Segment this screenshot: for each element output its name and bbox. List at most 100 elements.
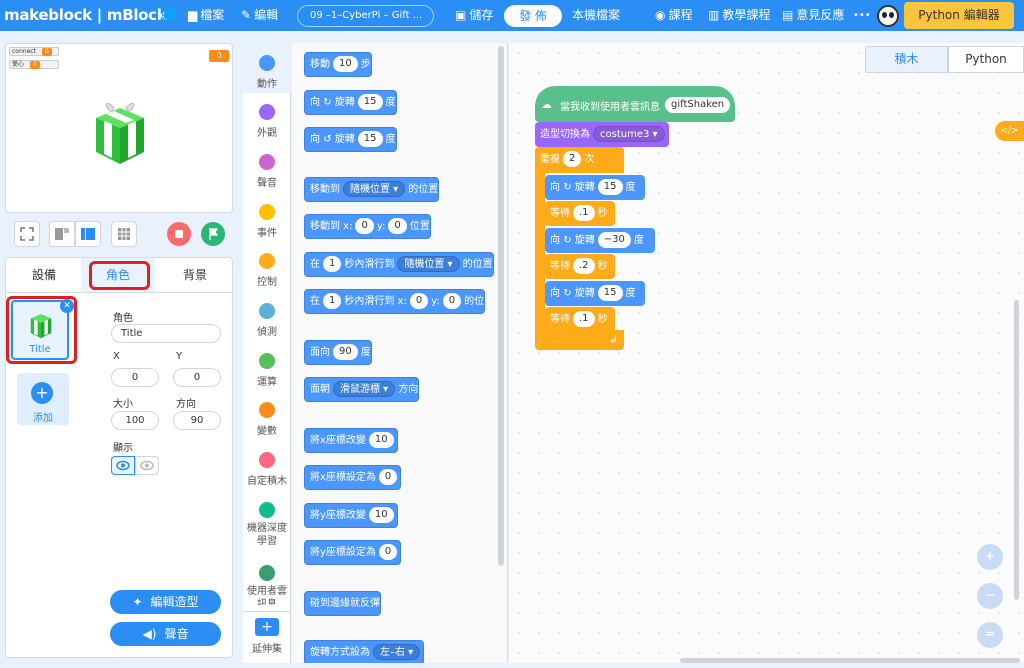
- python-editor-button[interactable]: Python 編輯器: [904, 2, 1014, 29]
- category-dot: [259, 502, 275, 518]
- block-point-towards[interactable]: 面朝 滑鼠游標 ▾ 方向: [304, 377, 420, 402]
- block-point-direction[interactable]: 面向 90 度: [304, 340, 372, 365]
- block-change-y[interactable]: 將y座標改變 10: [304, 503, 398, 528]
- edit-costume-label: 編輯造型: [150, 595, 199, 609]
- category-my-blocks[interactable]: 自定積木: [243, 452, 291, 487]
- feedback-link[interactable]: ▤ 意見反應: [782, 0, 844, 31]
- direction-field[interactable]: 90: [173, 411, 221, 430]
- speaker-icon: ◀): [142, 627, 157, 641]
- local-file-button[interactable]: 本機檔案: [572, 0, 620, 31]
- fullscreen-button[interactable]: [14, 221, 40, 247]
- block-move-steps[interactable]: 移動 10 步: [304, 52, 372, 77]
- block-wait[interactable]: 等待 .1 秒: [545, 201, 615, 226]
- stop-icon: [175, 230, 183, 238]
- loop-arrow-icon: ↲: [608, 333, 618, 346]
- category-looks[interactable]: 外觀: [243, 104, 291, 139]
- edit-menu[interactable]: ✎ 編輯: [241, 0, 278, 31]
- courses-link[interactable]: ◉ 課程: [655, 0, 693, 31]
- y-field[interactable]: 0: [173, 368, 221, 387]
- plus-icon[interactable]: +: [31, 382, 53, 404]
- block-glide-xy[interactable]: 在 1 秒內滑行到 x: 0 y: 0 的位: [304, 289, 486, 314]
- extension-icon: +: [255, 618, 279, 636]
- sound-button[interactable]: ◀) 聲音: [110, 622, 221, 646]
- category-ml[interactable]: 機器深度學習: [243, 502, 291, 550]
- stage[interactable]: connect 0 愛心 0 0: [5, 43, 233, 213]
- grid-view-button[interactable]: [111, 221, 137, 247]
- size-label: 大小: [113, 399, 133, 410]
- zoom-in-button[interactable]: +: [977, 544, 1003, 570]
- tab-blocks[interactable]: 積木: [865, 46, 948, 73]
- tab-backgrounds[interactable]: 背景: [158, 258, 232, 292]
- x-label: X: [113, 351, 120, 362]
- block-turn-right[interactable]: 向 ↻ 旋轉 15 度: [545, 281, 645, 306]
- block-turn-left[interactable]: 向 ↺ 旋轉 15 度: [304, 127, 397, 152]
- sprite-name-field[interactable]: Title: [111, 324, 221, 343]
- block-categories: 動作 外觀 聲音 事件 控制 偵測 運算 變數 自定積木 機器深度學習 使用者雲…: [243, 43, 291, 663]
- sound-label: 聲音: [164, 627, 189, 641]
- block-turn-right[interactable]: 向 ↻ 旋轉 15 度: [545, 175, 645, 200]
- globe-icon[interactable]: 🌐: [161, 0, 176, 31]
- project-name-field[interactable]: 09 –1–CyberPi – Gift ...: [297, 5, 434, 27]
- avatar[interactable]: [877, 5, 899, 27]
- message-name[interactable]: giftShaken: [665, 97, 731, 113]
- tutorials-link[interactable]: ▥ 教學課程: [708, 0, 770, 31]
- rotate-cw-icon: ↻: [563, 235, 572, 246]
- variable-monitor-connect: connect 0: [9, 47, 59, 56]
- zoom-reset-button[interactable]: =: [977, 622, 1003, 648]
- green-flag-button[interactable]: [201, 222, 225, 246]
- feedback-label: 意見反應: [796, 8, 845, 22]
- block-turn-right[interactable]: 向 ↻ 旋轉 15 度: [304, 90, 397, 115]
- block-turn-right[interactable]: 向 ↻ 旋轉 −30 度: [545, 228, 655, 253]
- block-rotation-style[interactable]: 旋轉方式設為 左–右 ▾: [304, 640, 425, 663]
- gift-sprite[interactable]: [92, 96, 148, 166]
- code-toggle-button[interactable]: </>: [995, 121, 1024, 141]
- show-button[interactable]: [111, 456, 135, 475]
- workspace-vscrollbar[interactable]: [1014, 300, 1019, 600]
- category-motion[interactable]: 動作: [243, 55, 291, 90]
- chat-icon: ▤: [782, 8, 794, 22]
- block-switch-costume[interactable]: 造型切換為 costume3 ▾: [535, 122, 669, 147]
- block-glide-to[interactable]: 在 1 秒內滑行到 隨機位置 ▾ 的位置: [304, 252, 494, 277]
- save-button[interactable]: ▣ 儲存: [455, 0, 493, 31]
- category-events[interactable]: 事件: [243, 204, 291, 239]
- block-set-x[interactable]: 將x座標設定為 0: [304, 465, 402, 490]
- edit-costume-button[interactable]: ✦ 編輯造型: [110, 590, 221, 614]
- workspace-hscrollbar[interactable]: [680, 658, 1020, 663]
- x-field[interactable]: 0: [111, 368, 159, 387]
- category-operators[interactable]: 運算: [243, 353, 291, 388]
- flag-icon: [209, 228, 219, 240]
- size-field[interactable]: 100: [111, 411, 159, 430]
- category-label: 自定積木: [247, 476, 287, 487]
- publish-button[interactable]: 發 佈: [504, 5, 562, 27]
- tab-python[interactable]: Python: [948, 46, 1024, 73]
- extensions-button[interactable]: + 延伸集: [243, 611, 291, 663]
- tutorials-label: 教學課程: [722, 8, 771, 22]
- block-change-x[interactable]: 將x座標改變 10: [304, 428, 398, 453]
- block-goto[interactable]: 移動到 隨機位置 ▾ 的位置: [304, 177, 440, 202]
- stop-button[interactable]: [167, 222, 191, 246]
- palette-scrollbar[interactable]: [498, 46, 504, 566]
- block-goto-xy[interactable]: 移動到 x: 0 y: 0 位置: [304, 214, 431, 239]
- block-wait[interactable]: 等待 .2 秒: [545, 254, 615, 279]
- small-stage-button[interactable]: [49, 221, 75, 247]
- hat-block-cloud-message[interactable]: ☁ 當我收到使用者雲訊息 giftShaken: [535, 86, 735, 122]
- rotate-cw-icon: ↻: [323, 97, 332, 108]
- category-dot: [259, 303, 275, 319]
- category-variables[interactable]: 變數: [243, 402, 291, 437]
- repeat-header[interactable]: 重複 2 次: [535, 147, 624, 172]
- category-sound[interactable]: 聲音: [243, 154, 291, 189]
- normal-stage-button[interactable]: [75, 221, 101, 247]
- category-cloud-message[interactable]: 使用者雲訊息: [243, 565, 291, 605]
- tab-devices[interactable]: 設備: [7, 258, 81, 292]
- role-label: 角色: [113, 313, 133, 324]
- more-menu[interactable]: •••: [853, 0, 871, 31]
- category-sensing[interactable]: 偵測: [243, 303, 291, 338]
- block-wait[interactable]: 等待 .1 秒: [545, 307, 615, 332]
- category-control[interactable]: 控制: [243, 253, 291, 288]
- zoom-out-button[interactable]: −: [977, 583, 1003, 609]
- block-bounce[interactable]: 碰到邊緣就反彈: [304, 591, 381, 616]
- hide-button[interactable]: [135, 456, 159, 475]
- category-label: 偵測: [257, 327, 277, 338]
- file-menu[interactable]: ▆ 檔案: [188, 0, 224, 31]
- block-set-y[interactable]: 將y座標設定為 0: [304, 540, 402, 565]
